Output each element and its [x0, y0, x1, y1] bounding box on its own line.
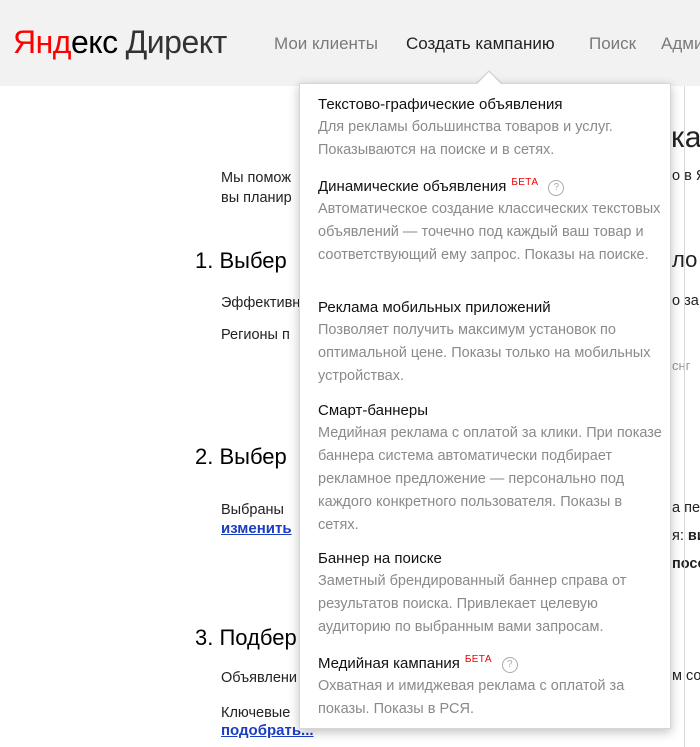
step3-heading: 3. Подбер — [195, 625, 297, 650]
step2-row3-right: посо — [672, 556, 700, 572]
step3-row-keywords: Ключевые — [221, 705, 291, 721]
dropdown-arrow-fill — [476, 72, 502, 85]
campaign-type-title: Смарт-баннеры — [318, 402, 428, 419]
step2-heading: 2. Выбер — [195, 444, 287, 469]
intro-text-right: о в Я — [672, 168, 700, 184]
campaign-type-desc: Медийная реклама с оплатой за клики. При… — [318, 425, 662, 533]
logo-product: Директ — [125, 24, 228, 60]
campaign-type-desc: Заметный брендированный баннер справа от… — [318, 573, 627, 635]
step1-row-regions: Регионы п — [221, 327, 290, 343]
nav-search[interactable]: Поиск — [589, 33, 636, 55]
step1-row1-right: о за — [672, 293, 699, 309]
campaign-type-title: Баннер на поиске — [318, 550, 442, 567]
yandex-direct-logo[interactable]: Яндекс Директ — [13, 22, 227, 62]
campaign-type-dynamic[interactable]: Динамические объявления БЕТА? Автоматичес… — [318, 172, 663, 267]
logo-yandex-part1: Янд — [13, 24, 71, 60]
intro-text-line2: вы планир — [221, 190, 292, 206]
campaign-type-title: Реклама мобильных приложений — [318, 299, 551, 316]
campaign-type-smart-banners[interactable]: Смарт-баннеры Медийная реклама с оплатой… — [318, 400, 663, 537]
logo-yandex-part2: екс — [70, 24, 118, 60]
campaign-type-text-graphic[interactable]: Текстово-графические объявления Для рекл… — [318, 94, 663, 162]
create-campaign-dropdown: Текстово-графические объявления Для рекл… — [299, 83, 671, 729]
help-icon[interactable]: ? — [501, 657, 518, 673]
campaign-type-title: Медийная кампания — [318, 655, 460, 672]
campaign-type-mobile-apps[interactable]: Реклама мобильных приложений Позволяет п… — [318, 297, 663, 388]
step1-row-effective: Эффективн — [221, 295, 301, 311]
campaign-type-desc: Охватная и имиджевая реклама с оплатой з… — [318, 678, 625, 717]
campaign-type-search-banner[interactable]: Баннер на поиске Заметный брендированный… — [318, 548, 663, 639]
nav-create-campaign[interactable]: Создать кампанию — [406, 33, 555, 55]
beta-badge: БЕТА — [511, 177, 539, 188]
campaign-type-title: Текстово-графические объявления — [318, 96, 563, 113]
beta-badge: БЕТА — [464, 654, 492, 665]
step2-row1-right: а пе — [672, 500, 700, 516]
step2-change-link[interactable]: изменить — [221, 520, 292, 537]
content-divider — [684, 86, 685, 747]
nav-admin[interactable]: Адми — [661, 33, 700, 55]
step1-row3-right: снг — [672, 358, 691, 373]
step3-row-ads: Объявлени — [221, 670, 298, 686]
campaign-type-title: Динамические объявления — [318, 178, 507, 195]
header-bar: Яндекс Директ Мои клиенты Создать кампани… — [0, 0, 700, 86]
step2-row2-right-a: я: — [672, 528, 684, 544]
help-icon[interactable]: ? — [548, 180, 565, 196]
page-title-fragment: ка — [671, 121, 700, 154]
step2-row2-right-b: ви — [687, 528, 700, 544]
step1-heading: 1. Выбер — [195, 248, 287, 273]
nav-my-clients[interactable]: Мои клиенты — [274, 33, 378, 55]
step2-row2-right: я: ви — [672, 528, 700, 544]
campaign-type-media[interactable]: Медийная кампания БЕТА? Охватная и имидже… — [318, 649, 663, 721]
campaign-type-desc: Позволяет получить максимум установок по… — [318, 322, 651, 384]
campaign-type-desc: Для рекламы большинства товаров и услуг.… — [318, 119, 613, 158]
step3-row1-right: м со — [672, 668, 700, 684]
campaign-type-desc: Автоматическое создание классических тек… — [318, 201, 661, 263]
intro-text-line1: Мы помож — [221, 170, 292, 186]
step2-row-selected: Выбраны — [221, 502, 284, 518]
